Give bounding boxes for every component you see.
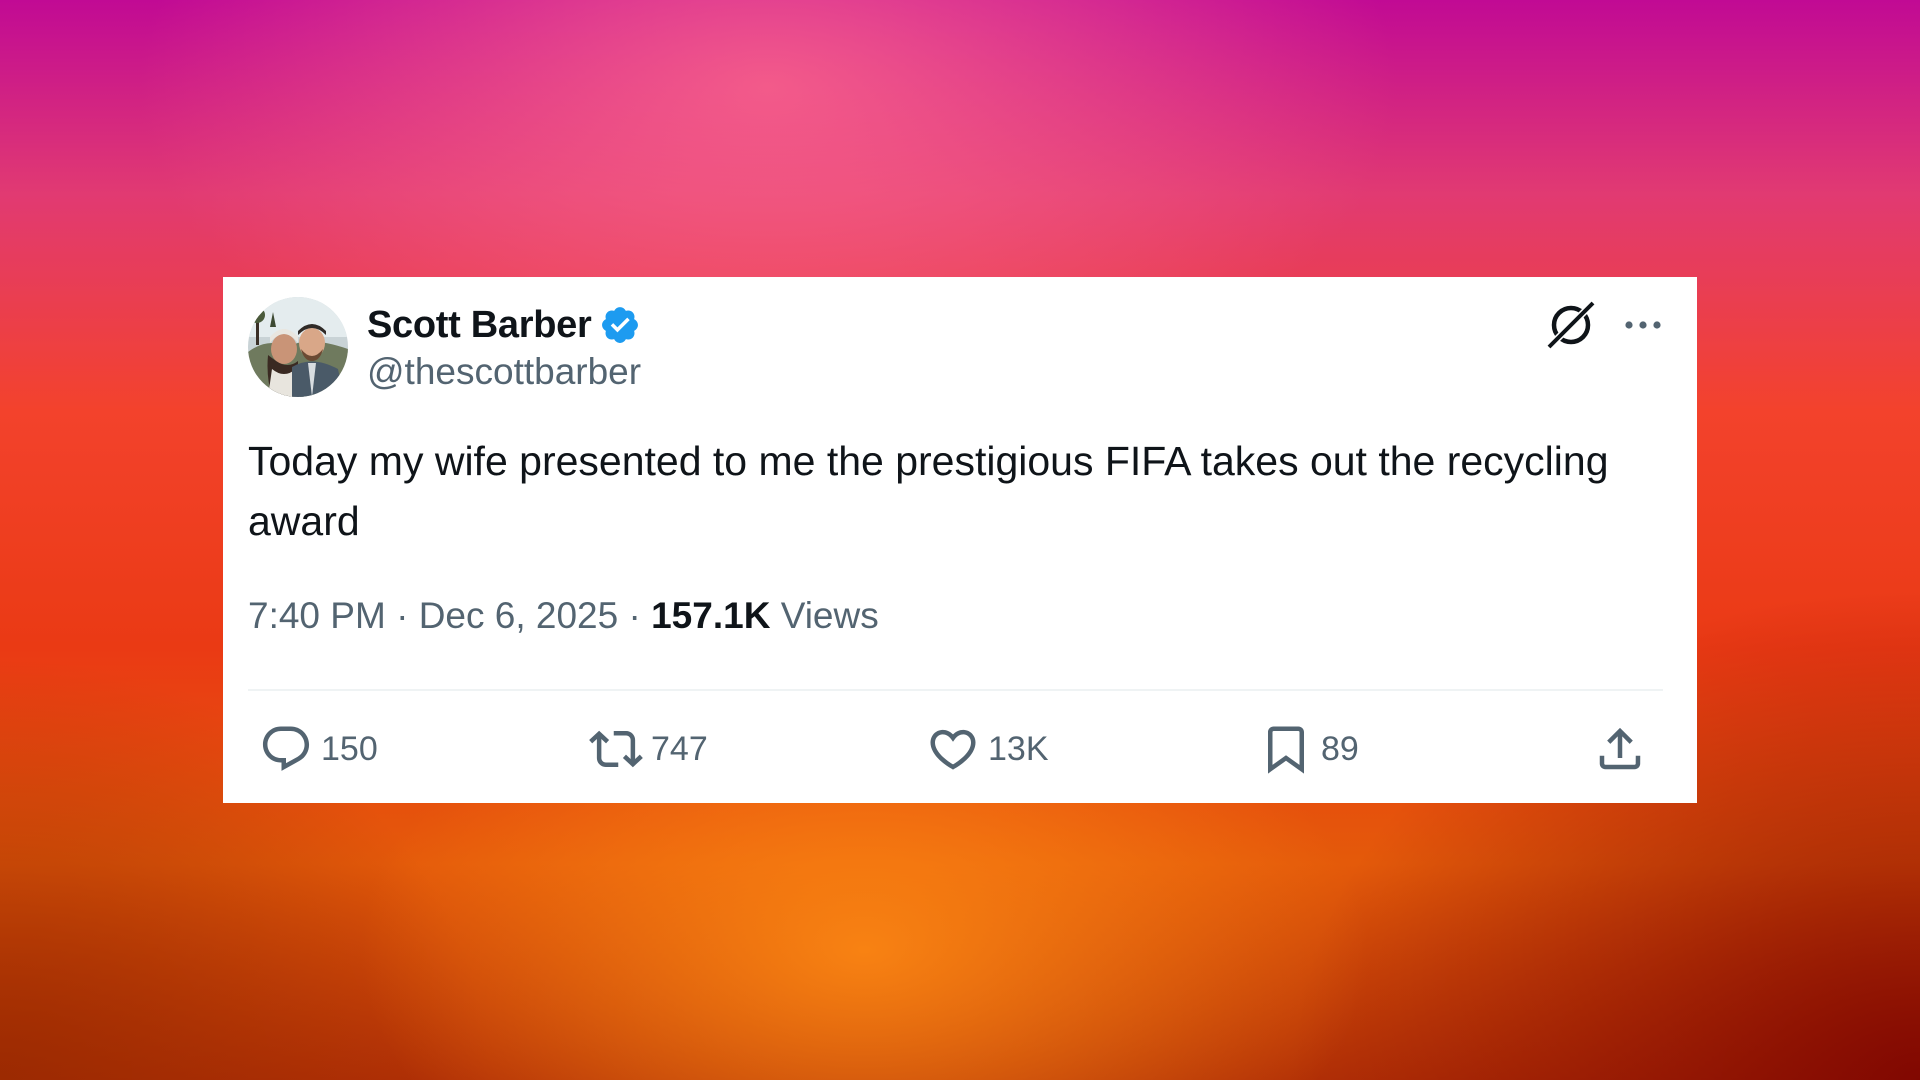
avatar-photo-icon [248,297,348,397]
bookmark-button[interactable]: 89 [1259,721,1359,777]
heart-icon [930,729,976,770]
author-name-row: Scott Barber [367,301,641,349]
author-display-name[interactable]: Scott Barber [367,304,592,347]
bookmark-icon [1268,726,1304,774]
retweet-count: 747 [651,729,708,768]
reply-button[interactable]: 150 [259,721,378,777]
views-label: Views [780,595,879,636]
share-icon [1599,727,1641,770]
tweet-date[interactable]: Dec 6, 2025 [419,595,619,636]
meta-separator: · [628,595,641,636]
divider [248,689,1663,691]
views-count: 157.1K [651,595,771,636]
more-icon[interactable] [1621,307,1665,343]
retweet-button[interactable]: 747 [589,721,708,777]
reply-count: 150 [321,729,378,768]
meta-separator: · [396,595,409,636]
reply-icon [262,726,310,771]
grok-icon[interactable] [1543,297,1599,353]
author-avatar[interactable] [248,297,348,397]
bookmark-count: 89 [1321,729,1359,768]
tweet-card: Scott Barber @thescottbarber Today my wi… [223,277,1697,803]
tweet-meta: 7:40 PM · Dec 6, 2025 · 157.1K Views [248,595,879,637]
like-button[interactable]: 13K [926,721,1049,777]
tweet-text: Today my wife presented to me the presti… [248,438,1609,544]
share-button[interactable] [1593,721,1647,777]
verified-badge-icon [602,307,639,343]
retweet-icon [589,730,643,768]
tweet-time[interactable]: 7:40 PM [248,595,386,636]
author-handle[interactable]: @thescottbarber [367,351,641,393]
like-count: 13K [988,729,1049,768]
